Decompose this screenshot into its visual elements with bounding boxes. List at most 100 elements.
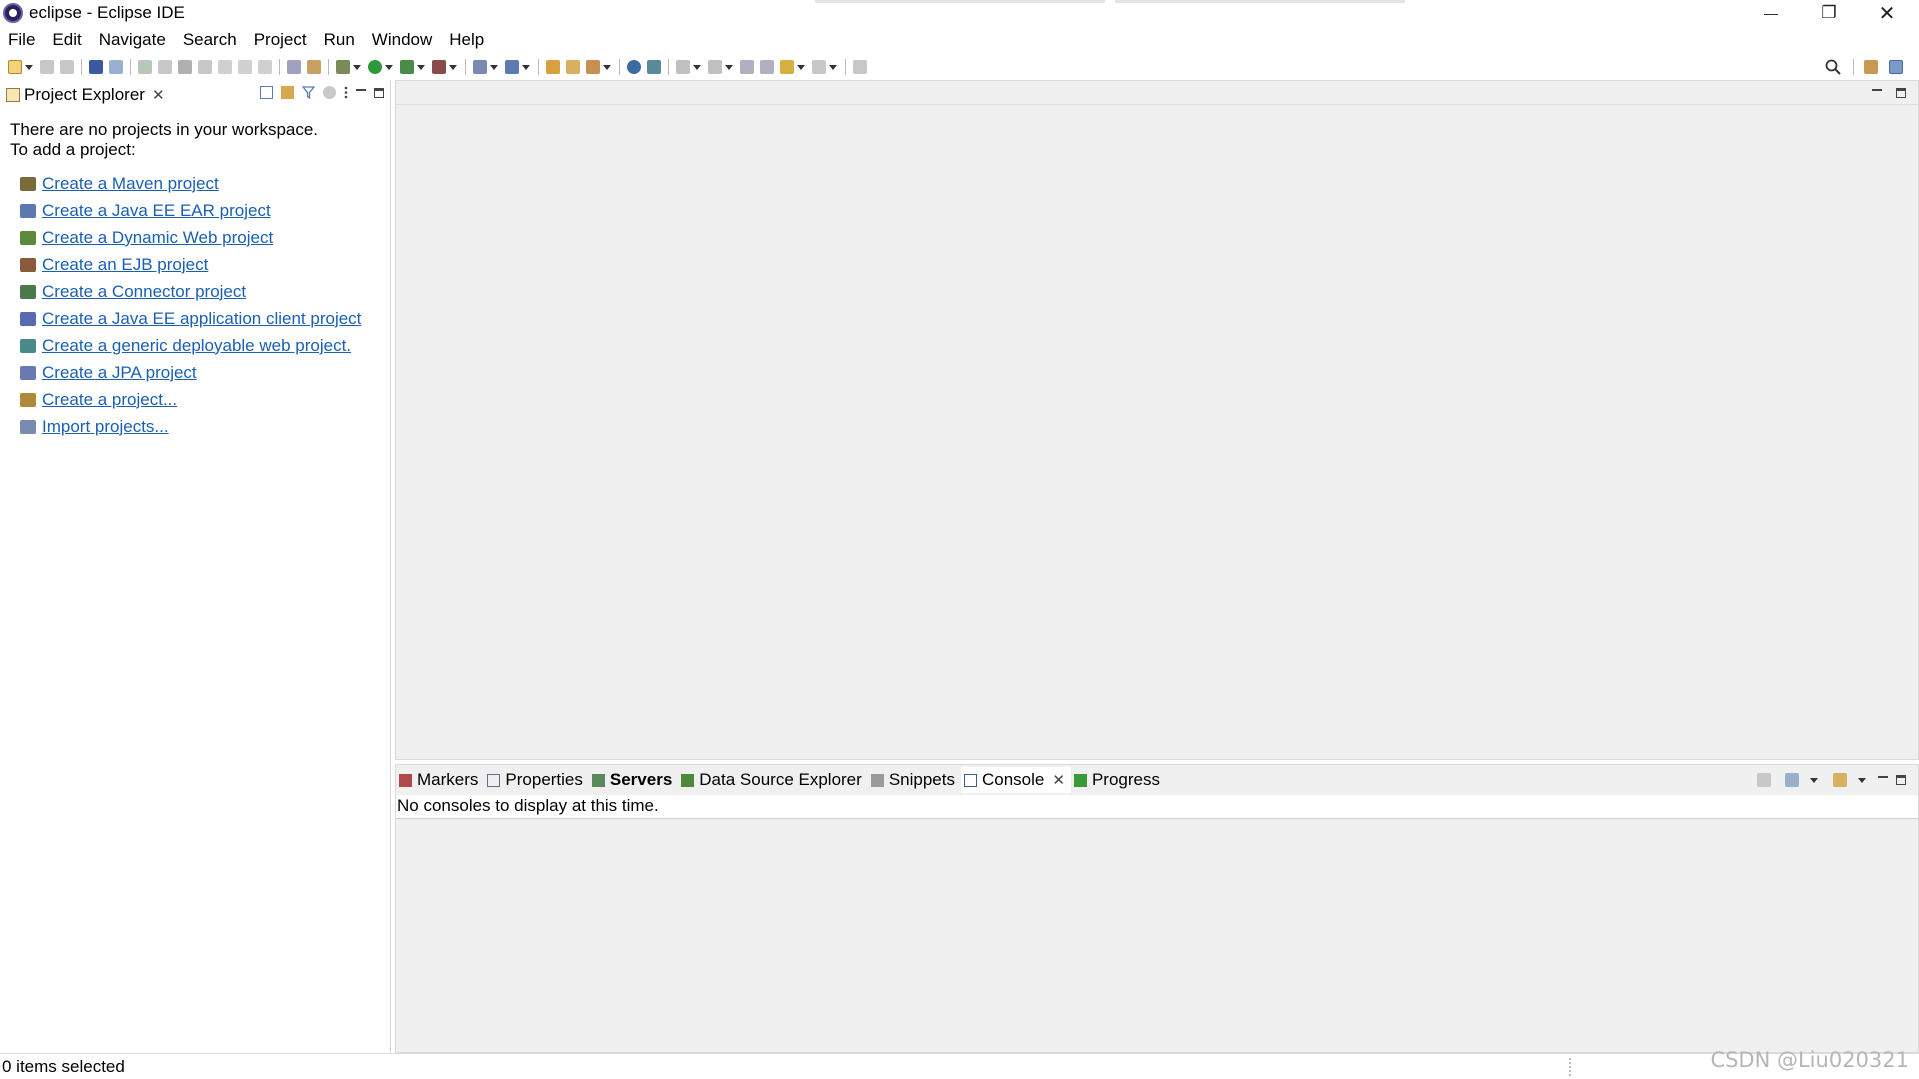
dropdown-arrow-icon[interactable]: [797, 64, 805, 70]
suspend-icon[interactable]: [158, 60, 172, 74]
restore-button[interactable]: ❐: [1800, 0, 1858, 26]
list-item[interactable]: Create a project...: [20, 386, 361, 413]
dropdown-arrow-icon[interactable]: [693, 64, 701, 70]
minimize-view-icon[interactable]: [356, 88, 366, 91]
last-edit-icon[interactable]: [740, 60, 754, 74]
resume-icon[interactable]: [138, 60, 152, 74]
menu-project[interactable]: Project: [246, 30, 316, 50]
list-item[interactable]: Create an EJB project: [20, 251, 361, 278]
maximize-view-icon[interactable]: [374, 87, 384, 98]
open-task-icon[interactable]: [566, 60, 580, 74]
new-jee-icon[interactable]: [505, 60, 519, 74]
run-icon[interactable]: [368, 60, 382, 74]
create-project-link[interactable]: Create a project...: [42, 390, 177, 410]
close-tab-icon[interactable]: ✕: [152, 86, 165, 104]
save-icon[interactable]: [40, 60, 54, 74]
new-icon[interactable]: [8, 60, 22, 74]
terminate-icon[interactable]: [178, 60, 192, 74]
pin-console-icon[interactable]: [1757, 773, 1771, 787]
focus-icon[interactable]: [323, 86, 336, 99]
create-generic-web-project-link[interactable]: Create a generic deployable web project.: [42, 336, 351, 356]
tab-markers[interactable]: Markers: [396, 767, 484, 793]
list-item[interactable]: Create a Connector project: [20, 278, 361, 305]
search-tool-icon[interactable]: [586, 60, 600, 74]
last-edit-forward-icon[interactable]: [760, 60, 774, 74]
dropdown-arrow-icon[interactable]: [353, 64, 361, 70]
close-tab-icon[interactable]: ✕: [1052, 771, 1065, 789]
list-item[interactable]: Create a generic deployable web project.: [20, 332, 361, 359]
open-console-icon[interactable]: [1833, 773, 1847, 787]
minimize-editor-icon[interactable]: [1872, 89, 1882, 91]
menu-help[interactable]: Help: [441, 30, 493, 50]
create-maven-project-link[interactable]: Create a Maven project: [42, 174, 219, 194]
external-tools-icon[interactable]: [432, 60, 446, 74]
tab-console[interactable]: Console ✕: [960, 767, 1071, 793]
filter-icon[interactable]: [302, 86, 315, 99]
console-icon[interactable]: [89, 60, 103, 74]
import-projects-link[interactable]: Import projects...: [42, 417, 169, 437]
skip-breakpoints-icon[interactable]: [109, 60, 123, 74]
link-with-editor-icon[interactable]: [281, 86, 294, 99]
tab-properties[interactable]: Properties: [484, 767, 588, 793]
editor-area[interactable]: [395, 80, 1919, 760]
list-item[interactable]: Create a JPA project: [20, 359, 361, 386]
menu-search[interactable]: Search: [175, 30, 246, 50]
list-item[interactable]: Create a Java EE EAR project: [20, 197, 361, 224]
list-item[interactable]: Create a Dynamic Web project: [20, 224, 361, 251]
use-step-filters-icon[interactable]: [307, 60, 321, 74]
list-item[interactable]: Create a Maven project: [20, 170, 361, 197]
dropdown-arrow-icon[interactable]: [829, 64, 837, 70]
step-into-icon[interactable]: [218, 60, 232, 74]
tab-project-explorer[interactable]: Project Explorer ✕: [2, 83, 169, 107]
minimize-view-icon[interactable]: [1878, 776, 1888, 778]
dropdown-arrow-icon[interactable]: [417, 64, 425, 70]
dropdown-arrow-icon[interactable]: [603, 64, 611, 70]
open-type-icon[interactable]: [546, 60, 560, 74]
tab-servers[interactable]: Servers: [589, 767, 678, 793]
create-appclient-project-link[interactable]: Create a Java EE application client proj…: [42, 309, 361, 329]
dropdown-arrow-icon[interactable]: [1858, 777, 1866, 783]
close-window-button[interactable]: ✕: [1858, 0, 1916, 26]
menu-navigate[interactable]: Navigate: [91, 30, 175, 50]
pin-editor-icon[interactable]: [853, 60, 867, 74]
list-item[interactable]: Import projects...: [20, 413, 361, 440]
dropdown-arrow-icon[interactable]: [725, 64, 733, 70]
menu-edit[interactable]: Edit: [44, 30, 90, 50]
list-item[interactable]: Create a Java EE application client proj…: [20, 305, 361, 332]
maximize-view-icon[interactable]: [1896, 775, 1906, 785]
minimize-button[interactable]: —: [1742, 0, 1800, 26]
create-dynamic-web-project-link[interactable]: Create a Dynamic Web project: [42, 228, 273, 248]
maximize-editor-icon[interactable]: [1896, 88, 1906, 98]
dropdown-arrow-icon[interactable]: [522, 64, 530, 70]
dropdown-arrow-icon[interactable]: [385, 64, 393, 70]
new-server-icon[interactable]: [473, 60, 487, 74]
debug-icon[interactable]: [336, 60, 350, 74]
forward-icon[interactable]: [812, 60, 826, 74]
coverage-icon[interactable]: [400, 60, 414, 74]
jee-perspective-icon[interactable]: [1889, 60, 1903, 74]
dropdown-arrow-icon[interactable]: [1810, 777, 1818, 783]
tab-data-source-explorer[interactable]: Data Source Explorer: [678, 767, 868, 793]
dropdown-arrow-icon[interactable]: [25, 64, 33, 70]
save-all-icon[interactable]: [60, 60, 74, 74]
create-ejb-project-link[interactable]: Create an EJB project: [42, 255, 208, 275]
step-over-icon[interactable]: [238, 60, 252, 74]
search-icon[interactable]: [1825, 59, 1841, 75]
collapse-all-icon[interactable]: [260, 86, 273, 99]
tab-snippets[interactable]: Snippets: [868, 767, 961, 793]
menu-file[interactable]: File: [0, 30, 44, 50]
browser-icon[interactable]: [627, 60, 641, 74]
view-menu-icon[interactable]: [344, 86, 348, 99]
dropdown-arrow-icon[interactable]: [490, 64, 498, 70]
menu-window[interactable]: Window: [364, 30, 441, 50]
create-connector-project-link[interactable]: Create a Connector project: [42, 282, 246, 302]
create-ear-project-link[interactable]: Create a Java EE EAR project: [42, 201, 271, 221]
dropdown-arrow-icon[interactable]: [449, 64, 457, 70]
disconnect-icon[interactable]: [198, 60, 212, 74]
next-annotation-icon[interactable]: [676, 60, 690, 74]
word-wrap-icon[interactable]: [287, 60, 301, 74]
tab-progress[interactable]: Progress: [1071, 767, 1166, 793]
publish-icon[interactable]: [647, 60, 661, 74]
menu-run[interactable]: Run: [316, 30, 364, 50]
create-jpa-project-link[interactable]: Create a JPA project: [42, 363, 197, 383]
